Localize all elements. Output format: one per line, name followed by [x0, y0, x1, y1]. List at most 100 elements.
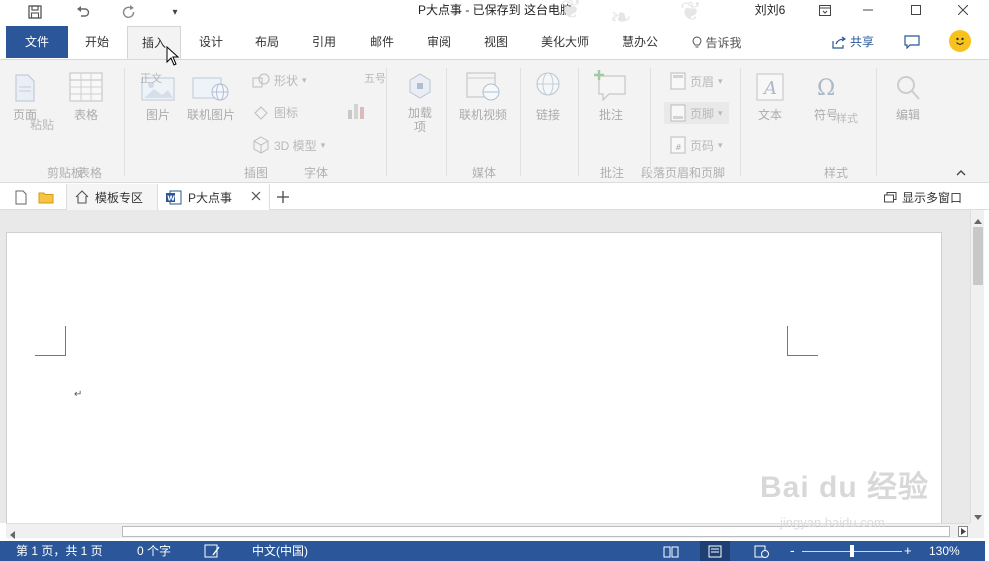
lightbulb-icon [693, 36, 702, 48]
web-layout-icon[interactable] [746, 541, 776, 561]
redo-icon[interactable] [118, 0, 140, 24]
minimize-icon[interactable] [848, 0, 888, 20]
scroll-up-icon[interactable] [974, 213, 982, 227]
baidu-watermark-logo: Bai du 经验 [760, 471, 930, 504]
svg-text:#: # [675, 143, 682, 152]
search-icon [897, 76, 920, 100]
addins-button[interactable]: 加载 项 [400, 70, 440, 134]
tab-layout[interactable]: 布局 [246, 26, 288, 59]
vertical-scrollbar[interactable] [970, 210, 984, 523]
header-button[interactable]: 页眉 ▾ [670, 72, 723, 90]
ghost-style-preview: 正文 [140, 73, 162, 85]
zoom-level[interactable]: 130% [929, 541, 960, 561]
store-icon [409, 73, 431, 99]
3d-model-button[interactable]: 3D 模型 ▾ [252, 136, 325, 154]
svg-text:A: A [762, 78, 777, 99]
new-document-icon[interactable] [12, 187, 30, 207]
smiley-feedback-icon[interactable] [949, 30, 971, 52]
tab-references[interactable]: 引用 [303, 26, 345, 59]
text-button[interactable]: A 文本 [752, 72, 788, 122]
scroll-left-icon[interactable] [9, 528, 15, 542]
customize-quick-access-icon[interactable]: ▾ [166, 0, 184, 24]
tab-mailings[interactable]: 邮件 [361, 26, 403, 59]
user-name[interactable]: 刘刘6 [740, 0, 800, 20]
ribbon-separator [578, 68, 579, 176]
margin-crop-mark-left [35, 326, 66, 356]
tab-view[interactable]: 视图 [475, 26, 517, 59]
ribbon-display-options-icon[interactable] [805, 0, 845, 20]
close-icon[interactable] [943, 0, 983, 20]
icon-button[interactable]: 图标 [252, 104, 298, 121]
shape-button[interactable]: 形状 ▾ [252, 72, 307, 89]
cube-icon [253, 136, 269, 154]
tab-template-zone[interactable]: 模板专区 [66, 184, 158, 210]
footer-button[interactable]: 页脚 ▾ [664, 102, 729, 124]
share-button[interactable]: 共享 [832, 26, 874, 58]
zoom-in-button[interactable]: + [904, 541, 912, 561]
tab-document[interactable]: W P大点事 [158, 184, 270, 210]
document-tab-bar: 模板专区 W P大点事 显示多窗口 [0, 184, 989, 210]
scroll-right-icon[interactable] [958, 526, 968, 537]
ribbon-separator [876, 68, 877, 176]
word-document-icon: W [166, 190, 182, 204]
tab-hui-office[interactable]: 慧办公 [614, 26, 666, 59]
table-button[interactable]: 表格 [66, 72, 106, 122]
vertical-scroll-thumb[interactable] [973, 227, 983, 285]
page-icon [15, 74, 35, 102]
tab-beautify-master[interactable]: 美化大师 [534, 26, 596, 59]
comments-pane-icon[interactable] [902, 32, 922, 52]
zoom-slider-thumb[interactable] [850, 545, 854, 557]
ribbon-separator [124, 68, 125, 176]
ribbon-separator [740, 68, 741, 176]
template-tab-label: 模板专区 [95, 190, 144, 205]
leaf-decoration-icon: ❦ [680, 0, 702, 26]
home-icon [75, 190, 89, 204]
page-number-button[interactable]: # 页码 ▾ [670, 136, 723, 154]
text-box-icon: A [756, 73, 784, 101]
maximize-icon[interactable] [896, 0, 936, 20]
tab-file[interactable]: 文件 [6, 26, 68, 58]
save-icon[interactable] [24, 0, 46, 24]
online-video-button[interactable]: 联机视频 [458, 70, 508, 122]
zoom-out-button[interactable]: - [790, 541, 795, 561]
print-layout-icon[interactable] [700, 541, 730, 561]
shape-icon [252, 73, 270, 87]
baidu-watermark-url: jingyan.baidu.com [780, 515, 885, 530]
ribbon-separator [386, 68, 387, 176]
tab-home[interactable]: 开始 [76, 26, 118, 59]
tab-review[interactable]: 审阅 [418, 26, 460, 59]
ghost-font-size: 五号 [364, 73, 386, 85]
status-bar: 第 1 页，共 1 页 0 个字 中文(中国) - + 130% [0, 541, 985, 561]
open-folder-icon[interactable] [36, 187, 56, 207]
comment-button[interactable]: 批注 [590, 68, 632, 122]
show-multi-window-button[interactable]: 显示多窗口 [884, 184, 962, 210]
proofing-icon[interactable] [204, 541, 220, 561]
edit-button[interactable]: 编辑 [890, 74, 926, 122]
group-label-tables: 表格 [77, 166, 102, 180]
page-button[interactable]: 页面 [8, 74, 42, 122]
language-status[interactable]: 中文(中国) [252, 541, 308, 561]
collapse-ribbon-icon[interactable] [956, 168, 970, 180]
title-bar: ▾ P大点事 - 已保存到 这台电脑 ❦ ❧ ❦ 刘刘6 [0, 0, 989, 32]
group-label-styles: 样式 [823, 166, 848, 180]
link-button[interactable]: 链接 [528, 70, 568, 122]
ribbon-separator [650, 68, 651, 176]
group-label-illustrations: 插图 [243, 166, 268, 180]
word-count-status[interactable]: 0 个字 [137, 541, 171, 561]
ribbon-separator [446, 68, 447, 176]
windows-icon [884, 191, 897, 202]
online-picture-button[interactable]: 联机图片 [186, 70, 236, 122]
scroll-down-icon[interactable] [974, 510, 982, 524]
ghost-paste: 粘贴 [30, 118, 55, 132]
read-mode-icon[interactable] [656, 541, 686, 561]
tab-design[interactable]: 设计 [190, 26, 232, 59]
icons-icon [254, 105, 268, 120]
tell-me-box[interactable]: 告诉我 [686, 26, 748, 59]
omega-icon: Ω [817, 76, 835, 101]
close-tab-icon[interactable] [251, 190, 261, 204]
scrollbar-corner [970, 523, 984, 538]
new-tab-plus-icon[interactable] [274, 187, 292, 207]
undo-icon[interactable] [72, 0, 94, 24]
tell-me-label: 告诉我 [705, 35, 742, 50]
page-count-status[interactable]: 第 1 页，共 1 页 [16, 541, 103, 561]
